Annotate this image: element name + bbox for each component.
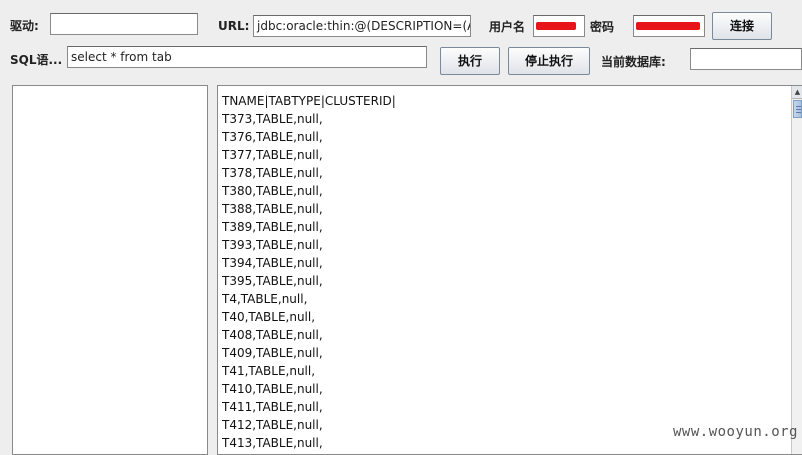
watermark-text: www.wooyun.org [672,424,798,440]
scrollbar-thumb[interactable] [793,100,802,118]
result-line: T410,TABLE,null, [222,382,323,396]
driver-input[interactable] [50,13,198,35]
result-line: T376,TABLE,null, [222,130,323,144]
url-input[interactable]: jdbc:oracle:thin:@(DESCRIPTION=(ADDRESS [253,15,471,37]
grip-line [796,106,801,107]
redaction-mark [636,22,700,30]
connect-button[interactable]: 连接 [712,12,772,40]
result-line: TNAME|TABTYPE|CLUSTERID| [222,94,396,108]
username-label: 用户名 [489,20,526,34]
sql-input[interactable]: select * from tab [67,46,427,68]
result-line: T395,TABLE,null, [222,274,323,288]
left-tree-panel[interactable] [12,85,208,455]
result-line: T409,TABLE,null, [222,346,323,360]
current-db-input[interactable] [690,48,802,70]
result-line: T4,TABLE,null, [222,292,308,306]
grip-line [796,112,801,113]
result-line: T378,TABLE,null, [222,166,323,180]
result-line: T377,TABLE,null, [222,148,323,162]
result-line: T373,TABLE,null, [222,112,323,126]
scroll-up-arrow-icon[interactable]: ▲ [792,86,802,99]
result-line: T41,TABLE,null, [222,364,316,378]
result-panel[interactable]: TNAME|TABTYPE|CLUSTERID| T373,TABLE,null,… [217,85,802,455]
username-input[interactable] [533,15,585,37]
result-line: T408,TABLE,null, [222,328,323,342]
password-input[interactable] [633,15,705,37]
result-line: T389,TABLE,null, [222,220,323,234]
url-label: URL: [218,19,250,33]
result-text-list: TNAME|TABTYPE|CLUSTERID| T373,TABLE,null,… [222,92,396,452]
result-line: T411,TABLE,null, [222,400,323,414]
result-line: T380,TABLE,null, [222,184,323,198]
result-line: T394,TABLE,null, [222,256,323,270]
stop-execute-button[interactable]: 停止执行 [508,47,590,75]
sql-label: SQL语... [10,53,63,67]
result-line: T40,TABLE,null, [222,310,316,324]
result-line: T413,TABLE,null, [222,436,323,450]
redaction-mark [536,22,576,30]
vertical-scrollbar[interactable]: ▲ [791,86,802,454]
driver-label: 驱动: [10,19,39,33]
result-line: T393,TABLE,null, [222,238,323,252]
current-db-label: 当前数据库: [601,55,666,69]
grip-line [796,109,801,110]
execute-button[interactable]: 执行 [440,47,500,75]
result-line: T412,TABLE,null, [222,418,323,432]
result-line: T388,TABLE,null, [222,202,323,216]
password-label: 密码 [590,20,615,34]
